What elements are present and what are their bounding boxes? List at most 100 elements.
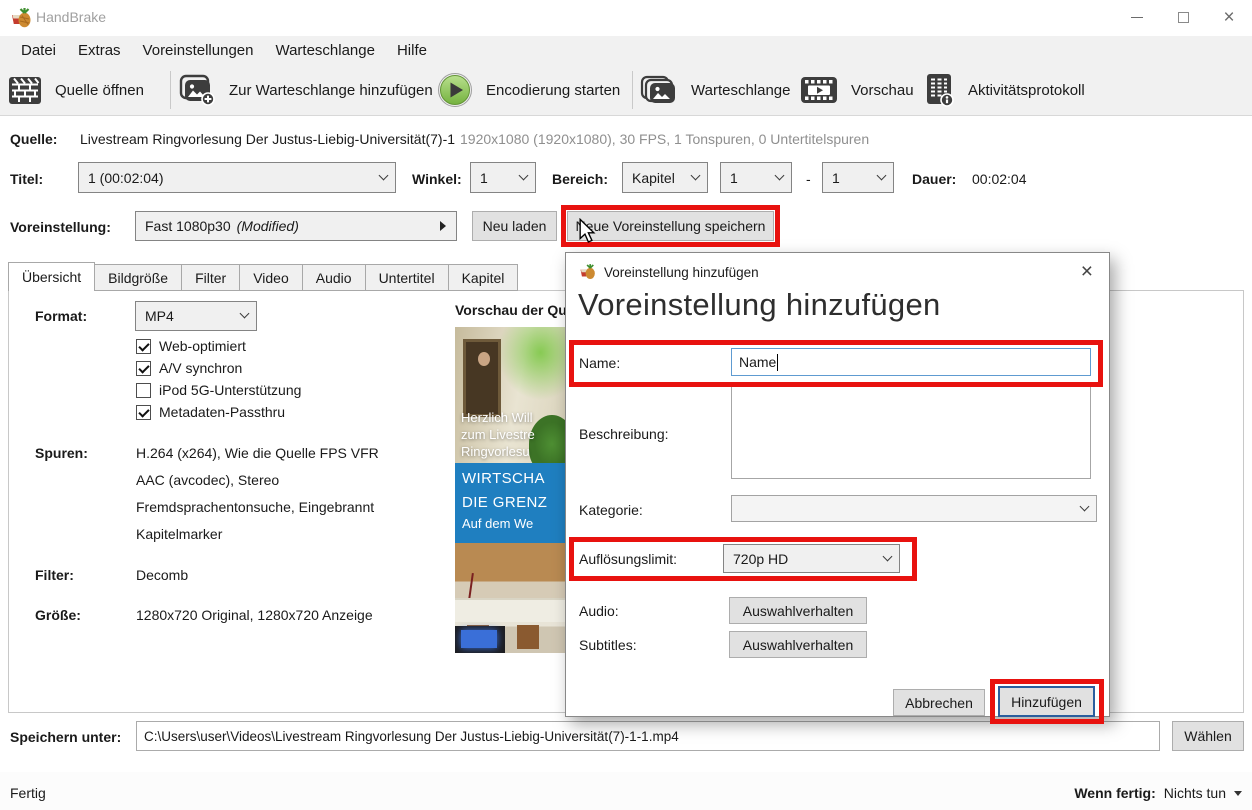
save-new-preset-button[interactable]: Neue Voreinstellung speichern bbox=[567, 211, 774, 241]
queue-button[interactable]: Warteschlange bbox=[640, 65, 791, 115]
source-details: 1920x1080 (1920x1080), 30 FPS, 1 Tonspur… bbox=[460, 131, 869, 147]
preview-icon bbox=[800, 75, 838, 105]
dialog-logo-icon bbox=[579, 263, 596, 280]
chevron-down-icon bbox=[691, 170, 701, 180]
window-title: HandBrake bbox=[36, 9, 106, 25]
category-label: Kategorie: bbox=[579, 502, 643, 518]
range-to-select[interactable]: 1 bbox=[822, 162, 894, 193]
preview-blue-banner: WIRTSCHA DIE GRENZ Auf dem We bbox=[455, 463, 567, 543]
minimize-icon bbox=[1131, 17, 1143, 18]
tab-video[interactable]: Video bbox=[239, 264, 303, 291]
when-done-label: Wenn fertig: bbox=[1074, 785, 1155, 801]
track-line: H.264 (x264), Wie die Quelle FPS VFR bbox=[136, 445, 379, 461]
menu-warteschlange[interactable]: Warteschlange bbox=[264, 36, 386, 65]
source-label: Quelle: bbox=[10, 131, 57, 147]
laptop bbox=[455, 626, 505, 653]
activity-log-button[interactable]: Aktivitätsprotokoll bbox=[925, 65, 1085, 115]
preset-modified-flag: (Modified) bbox=[237, 218, 299, 234]
add-button[interactable]: Hinzufügen bbox=[998, 686, 1095, 717]
chevron-down-icon bbox=[519, 170, 529, 180]
checkbox-icon bbox=[136, 361, 151, 376]
when-done-value: Nichts tun bbox=[1164, 785, 1226, 801]
add-to-queue-button[interactable]: Zur Warteschlange hinzufügen bbox=[178, 65, 454, 115]
cancel-button[interactable]: Abbrechen bbox=[893, 689, 985, 716]
tracks-label: Spuren: bbox=[35, 445, 88, 461]
filter-value: Decomb bbox=[136, 567, 188, 583]
dialog-close-icon[interactable]: × bbox=[1081, 261, 1093, 282]
preview-overlay-text: Herzlich Will zum Livestre Ringvorlesu bbox=[461, 409, 535, 460]
range-type-select[interactable]: Kapitel bbox=[622, 162, 708, 193]
handbrake-window: HandBrake × Datei Extras Voreinstellunge… bbox=[0, 0, 1252, 810]
maximize-icon bbox=[1178, 12, 1189, 23]
open-source-button[interactable]: Quelle öffnen bbox=[8, 65, 144, 115]
when-done-control[interactable]: Wenn fertig: Nichts tun bbox=[1074, 785, 1242, 801]
start-encode-icon bbox=[437, 72, 473, 108]
toolbar: Quelle öffnen Zur Warteschlange hinzufüg… bbox=[0, 65, 1252, 116]
menu-extras[interactable]: Extras bbox=[67, 36, 132, 65]
tab-untertitel[interactable]: Untertitel bbox=[365, 264, 449, 291]
track-line: AAC (avcodec), Stereo bbox=[136, 472, 279, 488]
save-path-input[interactable]: C:\Users\user\Videos\Livestream Ringvorl… bbox=[136, 721, 1160, 751]
chevron-right-icon bbox=[440, 221, 446, 231]
preview-header: Vorschau der Qu bbox=[455, 302, 567, 318]
tab-filter[interactable]: Filter bbox=[181, 264, 240, 291]
minimize-button[interactable] bbox=[1114, 0, 1160, 34]
chevron-down-icon bbox=[240, 309, 250, 319]
title-select[interactable]: 1 (00:02:04) bbox=[78, 162, 396, 193]
menu-datei[interactable]: Datei bbox=[10, 36, 67, 65]
track-line: Fremdsprachentonsuche, Eingebrannt bbox=[136, 499, 374, 515]
chevron-down-icon bbox=[883, 551, 893, 561]
checkbox-metadata-passthru[interactable]: Metadaten-Passthru bbox=[136, 404, 285, 420]
tab-uebersicht[interactable]: Übersicht bbox=[8, 262, 95, 291]
handbrake-logo-icon bbox=[10, 7, 32, 28]
checkbox-ipod-5g[interactable]: iPod 5G-Unterstützung bbox=[136, 382, 301, 398]
checkbox-av-sync[interactable]: A/V synchron bbox=[136, 360, 242, 376]
track-line: Kapitelmarker bbox=[136, 526, 222, 542]
filter-label: Filter: bbox=[35, 567, 74, 583]
chevron-down-icon bbox=[1080, 501, 1090, 511]
tab-strip: Übersicht Bildgröße Filter Video Audio U… bbox=[8, 262, 518, 291]
menu-bar: Datei Extras Voreinstellungen Warteschla… bbox=[0, 36, 1252, 65]
resolution-limit-select[interactable]: 720p HD bbox=[723, 544, 900, 573]
angle-label: Winkel: bbox=[412, 171, 462, 187]
subtitles-behavior-button[interactable]: Auswahlverhalten bbox=[729, 631, 867, 658]
dialog-title: Voreinstellung hinzufügen bbox=[604, 265, 759, 280]
preset-select[interactable]: Fast 1080p30 (Modified) bbox=[135, 211, 457, 241]
tab-bildgroesse[interactable]: Bildgröße bbox=[94, 264, 182, 291]
category-select[interactable] bbox=[731, 495, 1097, 522]
close-button[interactable]: × bbox=[1206, 0, 1252, 34]
toolbar-separator bbox=[170, 71, 171, 109]
menu-voreinstellungen[interactable]: Voreinstellungen bbox=[132, 36, 265, 65]
audio-behavior-button[interactable]: Auswahlverhalten bbox=[729, 597, 867, 624]
preset-name-input[interactable]: Name bbox=[731, 348, 1091, 376]
size-value: 1280x720 Original, 1280x720 Anzeige bbox=[136, 607, 373, 623]
description-textarea[interactable] bbox=[731, 386, 1091, 479]
preset-label: Voreinstellung: bbox=[10, 219, 111, 235]
chevron-down-icon bbox=[775, 170, 785, 180]
subtitles-label: Subtitles: bbox=[579, 637, 637, 653]
name-label: Name: bbox=[579, 355, 620, 371]
title-bar: HandBrake × bbox=[0, 0, 1252, 36]
maximize-button[interactable] bbox=[1160, 0, 1206, 34]
browse-button[interactable]: Wählen bbox=[1172, 721, 1244, 751]
range-separator: - bbox=[806, 171, 811, 187]
preview-label: Vorschau bbox=[851, 82, 914, 99]
format-select[interactable]: MP4 bbox=[135, 301, 257, 331]
preview-button[interactable]: Vorschau bbox=[800, 65, 914, 115]
description-label: Beschreibung: bbox=[579, 426, 669, 442]
checkbox-web-optimized[interactable]: Web-optimiert bbox=[136, 338, 246, 354]
source-preview-image: Herzlich Will zum Livestre Ringvorlesu W… bbox=[455, 327, 567, 653]
preview-scene-top: Herzlich Will zum Livestre Ringvorlesu bbox=[455, 327, 567, 463]
tab-audio[interactable]: Audio bbox=[302, 264, 366, 291]
add-preset-dialog: Voreinstellung hinzufügen × Voreinstellu… bbox=[565, 252, 1110, 717]
status-bar: Fertig Wenn fertig: Nichts tun bbox=[0, 772, 1252, 810]
range-from-select[interactable]: 1 bbox=[720, 162, 792, 193]
format-label: Format: bbox=[35, 308, 87, 324]
reload-preset-button[interactable]: Neu laden bbox=[472, 211, 557, 241]
tab-kapitel[interactable]: Kapitel bbox=[448, 264, 519, 291]
menu-hilfe[interactable]: Hilfe bbox=[386, 36, 438, 65]
text-caret bbox=[777, 354, 778, 371]
start-encode-button[interactable]: Encodierung starten bbox=[437, 65, 620, 115]
angle-select[interactable]: 1 bbox=[470, 162, 536, 193]
range-label: Bereich: bbox=[552, 171, 608, 187]
